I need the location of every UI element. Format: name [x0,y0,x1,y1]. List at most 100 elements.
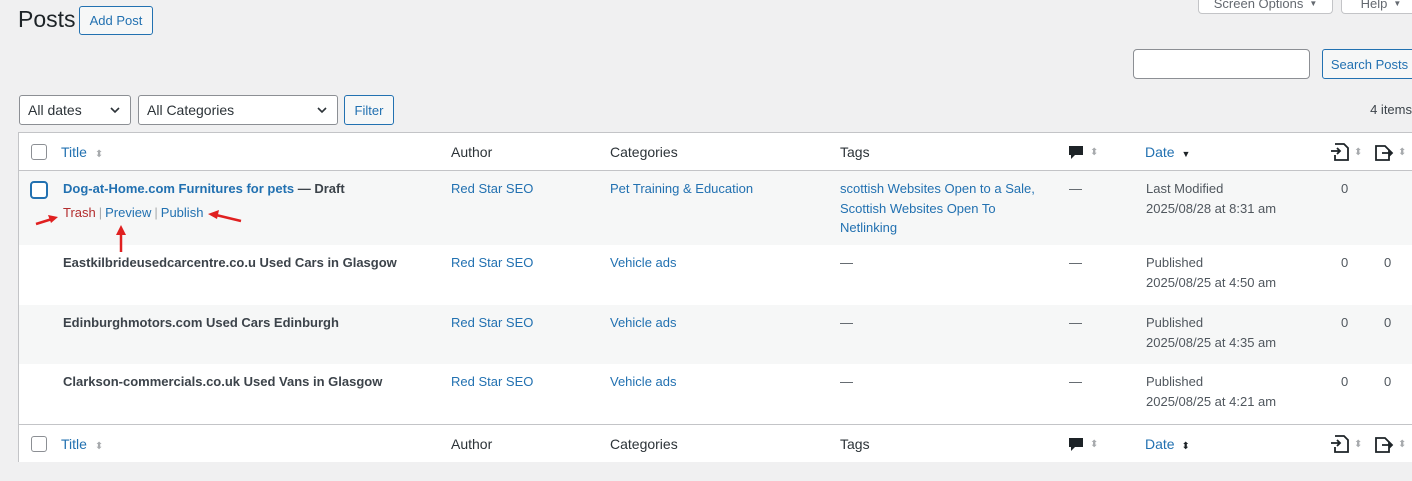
screen-options-button[interactable]: Screen Options ▼ [1198,0,1333,14]
date-status: Published [1146,255,1204,270]
link-in-icon [1331,143,1349,161]
annotation-arrows [35,210,242,252]
caret-down-icon: ▼ [1393,0,1402,8]
tag-link[interactable]: Netlinking [840,218,1035,238]
post-title-link[interactable]: Edinburghmotors.com Used Cars Edinburgh [63,313,339,333]
outbound-links-column-header[interactable]: ⬍ [1374,434,1406,457]
table-header: Title ⬍ Author Categories Tags ⬍ Date ▼ … [19,133,1412,171]
add-post-button[interactable]: Add Post [79,6,153,35]
comment-bubble-icon [1069,146,1083,159]
title-column-label: Title [61,144,87,160]
date-cell: Published 2025/08/25 at 4:50 am [1146,253,1276,292]
category-filter-select[interactable]: All Categories [138,95,338,125]
search-posts-button[interactable]: Search Posts [1322,49,1412,79]
date-column-label: Date [1145,436,1175,452]
title-column-label: Title [61,436,87,452]
author-column-header: Author [451,436,493,452]
table-row[interactable]: Clarkson-commercials.co.uk Used Vans in … [19,364,1412,424]
inbound-links-count: 0 [1341,255,1349,270]
date-value: 2025/08/25 at 4:21 am [1146,393,1277,409]
inbound-links-column-header[interactable]: ⬍ [1330,142,1362,165]
post-title-link[interactable]: Dog-at-Home.com Furnitures for pets [63,181,294,196]
date-status: Last Modified [1146,181,1224,196]
inbound-links-count: 0 [1341,181,1349,196]
category-link[interactable]: Vehicle ads [610,372,677,392]
outbound-links-count: 0 [1384,315,1392,330]
date-cell: Published 2025/08/25 at 4:21 am [1146,372,1276,411]
tags-column-header: Tags [840,436,870,452]
outbound-links-column-header[interactable]: ⬍ [1374,142,1406,165]
caret-down-icon: ▼ [1309,0,1318,8]
link-out-icon [1375,145,1394,161]
date-filter-value: All dates [28,102,82,118]
comments-column-header[interactable]: ⬍ [1068,145,1098,163]
categories-column-header: Categories [610,144,678,160]
table-footer: Title ⬍ Author Categories Tags ⬍ Date ⬍ … [19,424,1412,462]
tags-cell: scottish Websites Open to a Sale, Scotti… [840,179,1035,238]
sort-icon: ⬍ [1090,147,1099,158]
help-button[interactable]: Help ▼ [1341,0,1412,14]
page-title: Posts [18,6,76,32]
post-state: — Draft [294,181,345,196]
filter-button[interactable]: Filter [344,95,394,125]
outbound-links-count: 0 [1384,374,1392,389]
sort-icon: ⬍ [1354,438,1363,450]
title-column-header[interactable]: Title ⬍ [61,144,103,160]
comments-count: — [1069,315,1082,330]
date-status: Published [1146,315,1204,330]
items-count: 4 items [1370,102,1412,117]
outbound-links-count: 0 [1384,255,1392,270]
author-link[interactable]: Red Star SEO [451,179,533,199]
arrow-to-trash-icon [35,215,58,226]
inbound-links-count: 0 [1341,374,1349,389]
post-title-link[interactable]: Clarkson-commercials.co.uk Used Vans in … [63,372,382,392]
inbound-links-count: 0 [1341,315,1349,330]
tags-cell: — [840,374,853,389]
comments-column-header[interactable]: ⬍ [1068,437,1098,455]
date-value: 2025/08/25 at 4:50 am [1146,274,1277,290]
table-row[interactable]: Edinburghmotors.com Used Cars Edinburgh … [19,305,1412,364]
tag-link[interactable]: scottish Websites Open to a Sale, [840,179,1035,199]
category-link[interactable]: Vehicle ads [610,313,677,333]
date-filter-select[interactable]: All dates [19,95,131,125]
chevron-down-icon [109,104,121,116]
sort-icon: ⬍ [94,441,104,452]
post-title[interactable]: Dog-at-Home.com Furnitures for pets — Dr… [63,179,345,199]
author-link[interactable]: Red Star SEO [451,313,533,333]
author-column-header: Author [451,144,493,160]
title-column-header[interactable]: Title ⬍ [61,436,103,452]
date-cell: Last Modified 2025/08/28 at 8:31 am [1146,179,1276,218]
post-title-link[interactable]: Eastkilbrideusedcarcentre.co.u Used Cars… [63,253,397,273]
chevron-down-icon [316,104,328,116]
comments-count: — [1069,255,1082,270]
date-cell: Published 2025/08/25 at 4:35 am [1146,313,1276,352]
select-all-checkbox[interactable] [31,144,47,160]
link-in-icon [1331,435,1349,453]
author-link[interactable]: Red Star SEO [451,253,533,273]
search-input[interactable] [1133,49,1310,79]
link-out-icon [1375,437,1394,453]
tags-column-header: Tags [840,144,870,160]
category-link[interactable]: Vehicle ads [610,253,677,273]
sort-icon: ⬍ [1090,439,1099,450]
tags-cell: — [840,255,853,270]
tag-link[interactable]: Scottish Websites Open To [840,199,1035,219]
sort-icon: ⬍ [1181,441,1190,452]
author-link[interactable]: Red Star SEO [451,372,533,392]
category-link[interactable]: Pet Training & Education [610,179,753,199]
select-all-checkbox[interactable] [31,436,47,452]
comment-bubble-icon [1069,438,1083,451]
date-column-header[interactable]: Date ▼ [1145,144,1190,160]
comments-count: — [1069,181,1082,196]
sort-icon: ⬍ [1354,146,1363,158]
row-checkbox[interactable] [30,181,48,199]
tags-cell: — [840,315,853,330]
date-value: 2025/08/28 at 8:31 am [1146,200,1277,216]
screen-options-label: Screen Options [1213,0,1304,11]
categories-column-header: Categories [610,436,678,452]
date-column-label: Date [1145,144,1175,160]
arrow-to-publish-icon [208,210,242,223]
sort-icon: ⬍ [94,149,104,160]
date-column-header[interactable]: Date ⬍ [1145,436,1190,452]
inbound-links-column-header[interactable]: ⬍ [1330,434,1362,457]
